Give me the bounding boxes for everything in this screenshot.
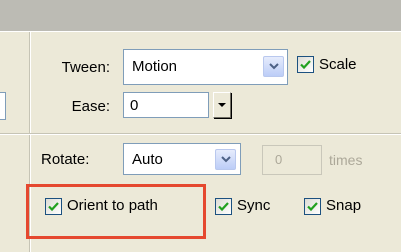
snap-checkbox[interactable] [304,198,321,215]
tween-label: Tween: [61,59,110,76]
rotate-label: Rotate: [41,151,90,168]
dropdown-arrow-icon [218,103,226,107]
times-label: times [329,152,363,168]
rotate-dropdown[interactable]: Auto [123,143,241,175]
checkmark-icon [48,202,59,212]
checkmark-icon [307,202,318,212]
orient-to-path-label: Orient to path [67,197,158,214]
header-divider [0,31,401,32]
panel-header-band [0,0,401,31]
rotate-dropdown-value: Auto [132,151,163,168]
left-panel-input-edge[interactable] [0,92,6,120]
tween-dropdown-value: Motion [132,58,178,75]
chevron-down-icon[interactable] [263,56,284,77]
ease-input[interactable]: 0 [123,92,209,118]
orient-to-path-checkbox[interactable] [45,198,62,215]
ease-dropdown-button[interactable] [213,92,231,118]
section-divider-horizontal-highlight [0,134,401,135]
checkmark-icon [218,202,229,212]
rotate-count-value: 0 [275,152,283,167]
sync-label: Sync [237,197,271,214]
sync-checkbox[interactable] [215,198,232,215]
rotate-count-input: 0 [262,145,322,175]
scale-checkbox[interactable] [297,56,314,73]
ease-input-value: 0 [130,97,139,114]
chevron-down-icon[interactable] [215,149,236,170]
scale-label: Scale [319,56,357,73]
ease-label: Ease: [71,98,110,115]
tween-dropdown[interactable]: Motion [123,49,288,85]
snap-label: Snap [326,197,362,214]
checkmark-icon [300,60,311,70]
